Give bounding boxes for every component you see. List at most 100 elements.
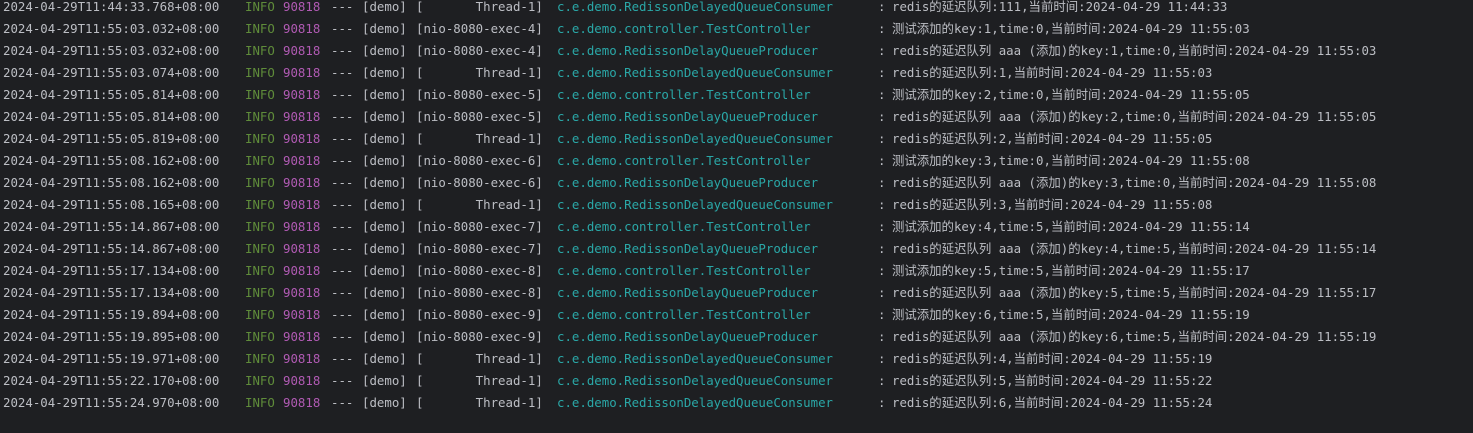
log-level: INFO xyxy=(245,219,275,234)
log-separator: --- xyxy=(331,21,354,36)
log-timestamp: 2024-04-29T11:55:05.814+08:00 xyxy=(3,109,220,124)
log-timestamp: 2024-04-29T11:55:03.032+08:00 xyxy=(3,43,220,58)
log-timestamp: 2024-04-29T11:55:03.074+08:00 xyxy=(3,65,220,80)
log-message: 测试添加的key:6,time:5,当前时间:2024-04-29 11:55:… xyxy=(892,307,1250,322)
log-separator: --- xyxy=(331,197,354,212)
log-separator: --- xyxy=(331,351,354,366)
log-thread: [ Thread-1] xyxy=(416,197,543,212)
log-app-name: [demo] xyxy=(362,0,407,14)
log-thread: [nio-8080-exec-8] xyxy=(416,285,543,300)
log-timestamp: 2024-04-29T11:55:24.970+08:00 xyxy=(3,395,220,410)
log-separator: --- xyxy=(331,241,354,256)
log-line[interactable]: 2024-04-29T11:55:03.032+08:00 INFO 90818 --… xyxy=(3,18,1468,40)
log-pid: 90818 xyxy=(283,373,321,388)
log-app-name: [demo] xyxy=(362,395,407,410)
log-message: redis的延迟队列:4,当前时间:2024-04-29 11:55:19 xyxy=(892,351,1213,366)
log-line[interactable]: 2024-04-29T11:55:05.814+08:00 INFO 90818 --… xyxy=(3,84,1468,106)
log-line[interactable]: 2024-04-29T11:55:14.867+08:00 INFO 90818 --… xyxy=(3,238,1468,260)
log-logger: c.e.demo.RedissonDelayedQueueConsumer xyxy=(557,65,834,80)
log-thread: [nio-8080-exec-4] xyxy=(416,21,543,36)
log-line[interactable]: 2024-04-29T11:55:05.814+08:00 INFO 90818 --… xyxy=(3,106,1468,128)
log-app-name: [demo] xyxy=(362,65,407,80)
log-level: INFO xyxy=(245,0,275,14)
log-line[interactable]: 2024-04-29T11:55:03.032+08:00 INFO 90818 --… xyxy=(3,40,1468,62)
log-colon: : xyxy=(878,87,886,102)
log-line[interactable]: 2024-04-29T11:55:17.134+08:00 INFO 90818 --… xyxy=(3,282,1468,304)
log-logger: c.e.demo.RedissonDelayQueueProducer xyxy=(557,241,819,256)
log-level: INFO xyxy=(245,373,275,388)
log-timestamp: 2024-04-29T11:55:19.971+08:00 xyxy=(3,351,220,366)
console-output[interactable]: 2024-04-29T11:44:33.768+08:00 INFO 90818 --… xyxy=(0,0,1473,433)
log-line[interactable]: 2024-04-29T11:55:03.074+08:00 INFO 90818 --… xyxy=(3,62,1468,84)
log-logger: c.e.demo.RedissonDelayedQueueConsumer xyxy=(557,197,834,212)
log-timestamp: 2024-04-29T11:55:05.814+08:00 xyxy=(3,87,220,102)
log-separator: --- xyxy=(331,87,354,102)
log-colon: : xyxy=(878,175,886,190)
log-message: 测试添加的key:2,time:0,当前时间:2024-04-29 11:55:… xyxy=(892,87,1250,102)
log-thread: [nio-8080-exec-4] xyxy=(416,43,543,58)
log-message: redis的延迟队列:2,当前时间:2024-04-29 11:55:05 xyxy=(892,131,1213,146)
log-message: 测试添加的key:5,time:5,当前时间:2024-04-29 11:55:… xyxy=(892,263,1250,278)
log-pid: 90818 xyxy=(283,263,321,278)
log-colon: : xyxy=(878,219,886,234)
log-message: redis的延迟队列 aaa (添加)的key:4,time:5,当前时间:20… xyxy=(892,241,1377,256)
log-level: INFO xyxy=(245,285,275,300)
log-line[interactable]: 2024-04-29T11:55:08.162+08:00 INFO 90818 --… xyxy=(3,172,1468,194)
log-app-name: [demo] xyxy=(362,307,407,322)
log-line[interactable]: 2024-04-29T11:55:08.162+08:00 INFO 90818 --… xyxy=(3,150,1468,172)
log-level: INFO xyxy=(245,241,275,256)
log-line[interactable]: 2024-04-29T11:55:22.170+08:00 INFO 90818 --… xyxy=(3,370,1468,392)
log-line[interactable]: 2024-04-29T11:55:19.895+08:00 INFO 90818 --… xyxy=(3,326,1468,348)
log-separator: --- xyxy=(331,285,354,300)
log-separator: --- xyxy=(331,307,354,322)
log-level: INFO xyxy=(245,65,275,80)
log-thread: [ Thread-1] xyxy=(416,131,543,146)
log-pid: 90818 xyxy=(283,175,321,190)
log-message: redis的延迟队列:111,当前时间:2024-04-29 11:44:33 xyxy=(892,0,1228,14)
log-logger: c.e.demo.RedissonDelayQueueProducer xyxy=(557,285,819,300)
log-timestamp: 2024-04-29T11:55:14.867+08:00 xyxy=(3,241,220,256)
log-message: redis的延迟队列:6,当前时间:2024-04-29 11:55:24 xyxy=(892,395,1213,410)
log-timestamp: 2024-04-29T11:55:19.895+08:00 xyxy=(3,329,220,344)
log-logger: c.e.demo.controller.TestController xyxy=(557,219,811,234)
log-message: redis的延迟队列:1,当前时间:2024-04-29 11:55:03 xyxy=(892,65,1213,80)
log-logger: c.e.demo.RedissonDelayQueueProducer xyxy=(557,43,819,58)
log-logger: c.e.demo.controller.TestController xyxy=(557,307,811,322)
log-app-name: [demo] xyxy=(362,241,407,256)
log-line[interactable]: 2024-04-29T11:44:33.768+08:00 INFO 90818 --… xyxy=(3,0,1468,18)
log-thread: [nio-8080-exec-8] xyxy=(416,263,543,278)
log-separator: --- xyxy=(331,175,354,190)
log-line[interactable]: 2024-04-29T11:55:17.134+08:00 INFO 90818 --… xyxy=(3,260,1468,282)
log-thread: [ Thread-1] xyxy=(416,0,543,14)
log-level: INFO xyxy=(245,87,275,102)
log-colon: : xyxy=(878,21,886,36)
log-pid: 90818 xyxy=(283,329,321,344)
log-timestamp: 2024-04-29T11:55:03.032+08:00 xyxy=(3,21,220,36)
log-thread: [nio-8080-exec-7] xyxy=(416,241,543,256)
log-timestamp: 2024-04-29T11:55:17.134+08:00 xyxy=(3,285,220,300)
log-timestamp: 2024-04-29T11:55:19.894+08:00 xyxy=(3,307,220,322)
log-pid: 90818 xyxy=(283,241,321,256)
log-app-name: [demo] xyxy=(362,43,407,58)
log-pid: 90818 xyxy=(283,43,321,58)
log-line[interactable]: 2024-04-29T11:55:14.867+08:00 INFO 90818 --… xyxy=(3,216,1468,238)
log-timestamp: 2024-04-29T11:55:08.162+08:00 xyxy=(3,153,220,168)
log-pid: 90818 xyxy=(283,219,321,234)
log-thread: [nio-8080-exec-9] xyxy=(416,329,543,344)
log-line[interactable]: 2024-04-29T11:55:19.894+08:00 INFO 90818 --… xyxy=(3,304,1468,326)
log-separator: --- xyxy=(331,329,354,344)
log-level: INFO xyxy=(245,175,275,190)
log-colon: : xyxy=(878,373,886,388)
log-colon: : xyxy=(878,285,886,300)
log-app-name: [demo] xyxy=(362,351,407,366)
log-message: 测试添加的key:1,time:0,当前时间:2024-04-29 11:55:… xyxy=(892,21,1250,36)
log-message: redis的延迟队列 aaa (添加)的key:3,time:0,当前时间:20… xyxy=(892,175,1377,190)
log-line[interactable]: 2024-04-29T11:55:24.970+08:00 INFO 90818 --… xyxy=(3,392,1468,414)
log-colon: : xyxy=(878,241,886,256)
log-colon: : xyxy=(878,153,886,168)
log-pid: 90818 xyxy=(283,87,321,102)
log-line[interactable]: 2024-04-29T11:55:19.971+08:00 INFO 90818 --… xyxy=(3,348,1468,370)
log-line[interactable]: 2024-04-29T11:55:08.165+08:00 INFO 90818 --… xyxy=(3,194,1468,216)
log-line[interactable]: 2024-04-29T11:55:05.819+08:00 INFO 90818 --… xyxy=(3,128,1468,150)
log-app-name: [demo] xyxy=(362,153,407,168)
